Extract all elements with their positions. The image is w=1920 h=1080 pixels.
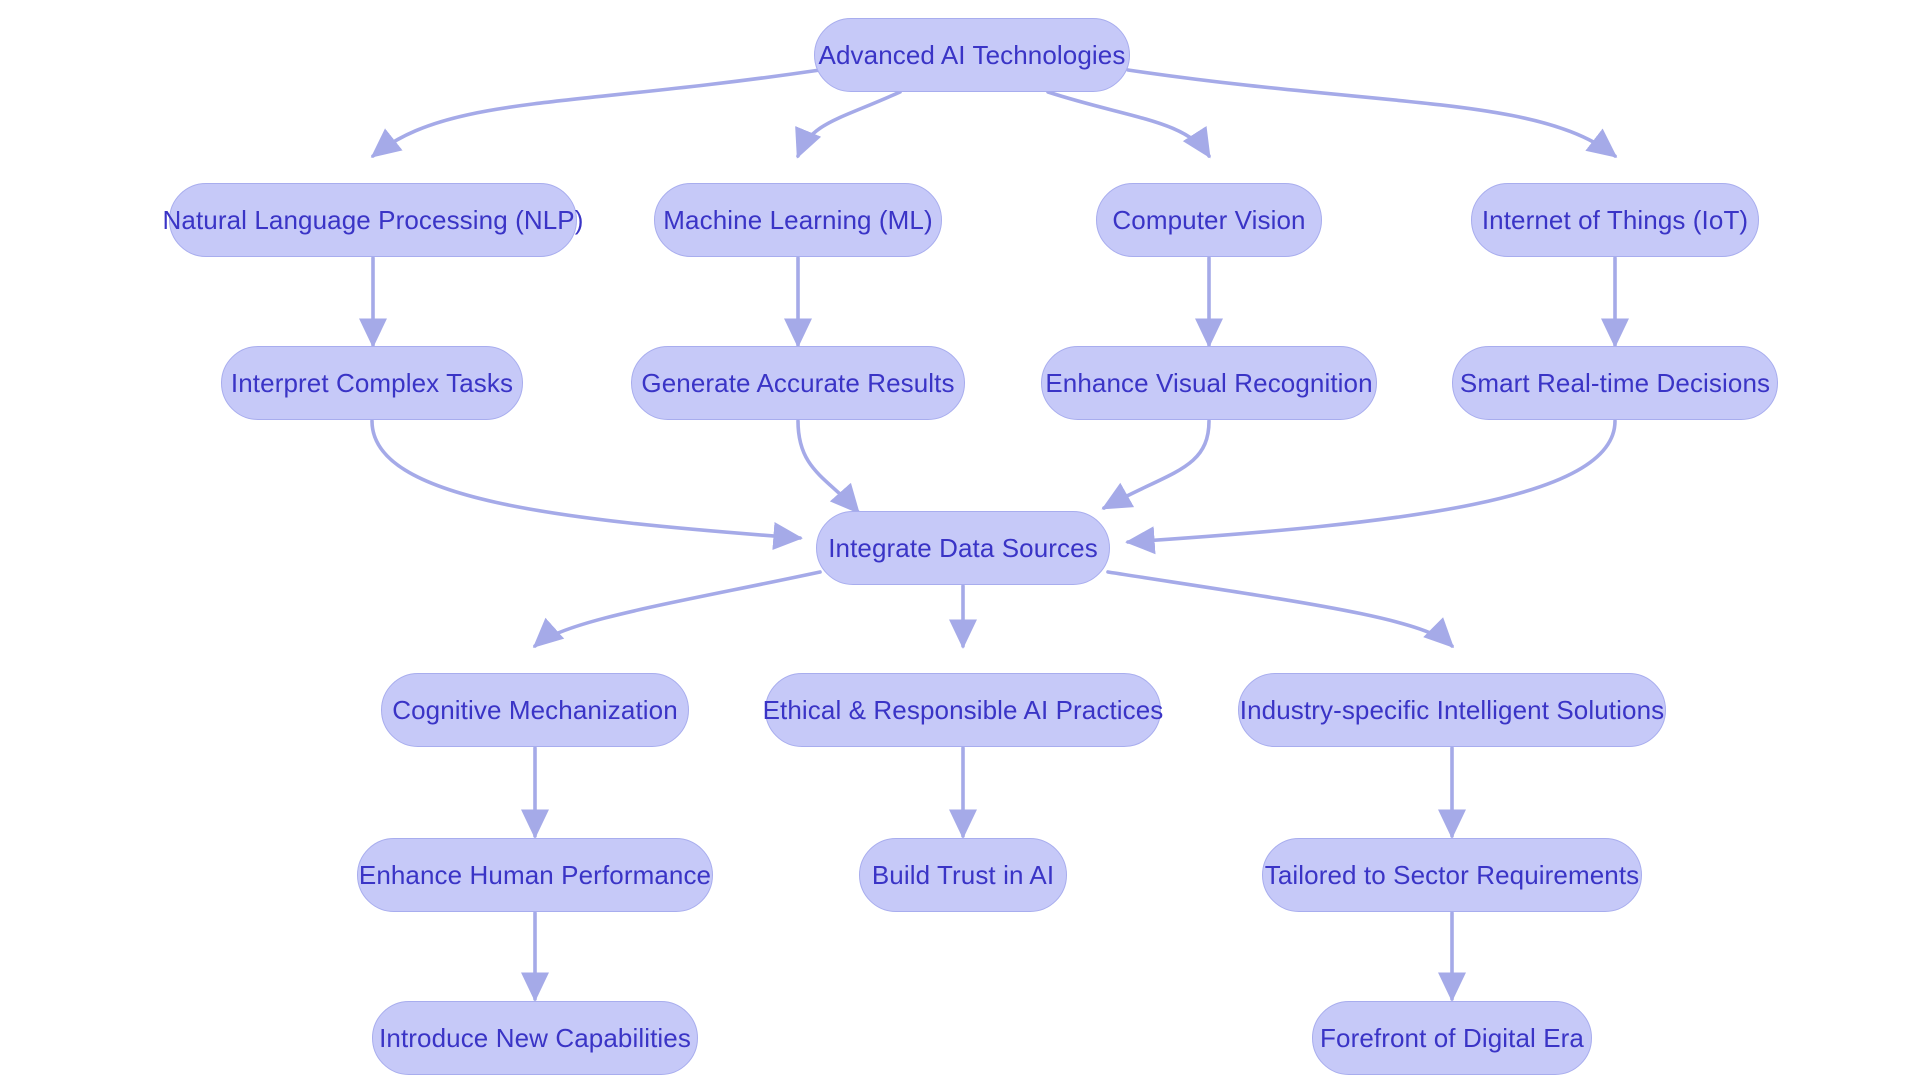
- node-label-industry: Industry-specific Intelligent Solutions: [1239, 695, 1665, 725]
- node-integrate[interactable]: Integrate Data Sources: [816, 511, 1110, 585]
- node-decisions[interactable]: Smart Real-time Decisions: [1452, 346, 1778, 420]
- edge-root-to-nlp: [370, 68, 822, 158]
- node-label-nlp: Natural Language Processing (NLP): [162, 205, 584, 235]
- node-tailored[interactable]: Tailored to Sector Requirements: [1262, 838, 1642, 912]
- node-label-ethical: Ethical & Responsible AI Practices: [762, 695, 1164, 725]
- node-tasks[interactable]: Interpret Complex Tasks: [221, 346, 523, 420]
- node-forefront[interactable]: Forefront of Digital Era: [1312, 1001, 1592, 1075]
- node-iot[interactable]: Internet of Things (IoT): [1471, 183, 1759, 257]
- node-label-visual: Enhance Visual Recognition: [1045, 368, 1373, 398]
- node-nlp[interactable]: Natural Language Processing (NLP): [163, 183, 583, 257]
- edge-integrate-to-industry: [1106, 570, 1455, 649]
- node-label-root: Advanced AI Technologies: [818, 40, 1126, 70]
- edge-visual-to-integrate: [1101, 419, 1211, 510]
- node-label-tasks: Interpret Complex Tasks: [230, 368, 514, 398]
- node-capabilities[interactable]: Introduce New Capabilities: [372, 1001, 698, 1075]
- edge-tasks-to-integrate: [370, 419, 803, 551]
- edge-root-to-ml: [795, 90, 902, 159]
- edge-root-to-cv: [1046, 90, 1211, 159]
- node-label-ml: Machine Learning (ML): [663, 205, 933, 235]
- node-trust[interactable]: Build Trust in AI: [859, 838, 1067, 912]
- node-ethical[interactable]: Ethical & Responsible AI Practices: [762, 673, 1164, 747]
- node-label-decisions: Smart Real-time Decisions: [1459, 368, 1771, 398]
- node-label-cv: Computer Vision: [1112, 205, 1306, 235]
- node-root[interactable]: Advanced AI Technologies: [814, 18, 1130, 92]
- edge-root-to-iot: [1126, 68, 1618, 158]
- edge-results-to-integrate: [796, 419, 860, 515]
- node-label-cognitive: Cognitive Mechanization: [392, 695, 678, 725]
- node-industry[interactable]: Industry-specific Intelligent Solutions: [1238, 673, 1666, 747]
- node-cognitive[interactable]: Cognitive Mechanization: [381, 673, 689, 747]
- node-label-capabilities: Introduce New Capabilities: [379, 1023, 691, 1053]
- node-label-results: Generate Accurate Results: [641, 368, 955, 398]
- node-label-human: Enhance Human Performance: [358, 860, 712, 890]
- node-cv[interactable]: Computer Vision: [1096, 183, 1322, 257]
- node-visual[interactable]: Enhance Visual Recognition: [1041, 346, 1377, 420]
- edge-integrate-to-cognitive: [532, 570, 822, 648]
- flowchart-canvas: Advanced AI Technologies Natural Language…: [0, 0, 1920, 1080]
- node-results[interactable]: Generate Accurate Results: [631, 346, 965, 420]
- node-label-integrate: Integrate Data Sources: [828, 533, 1098, 563]
- node-label-iot: Internet of Things (IoT): [1481, 205, 1749, 235]
- node-ml[interactable]: Machine Learning (ML): [654, 183, 942, 257]
- node-label-forefront: Forefront of Digital Era: [1320, 1023, 1584, 1053]
- node-label-tailored: Tailored to Sector Requirements: [1264, 860, 1640, 890]
- node-label-trust: Build Trust in AI: [871, 860, 1055, 890]
- node-human[interactable]: Enhance Human Performance: [357, 838, 713, 912]
- edge-decisions-to-integrate: [1125, 419, 1617, 555]
